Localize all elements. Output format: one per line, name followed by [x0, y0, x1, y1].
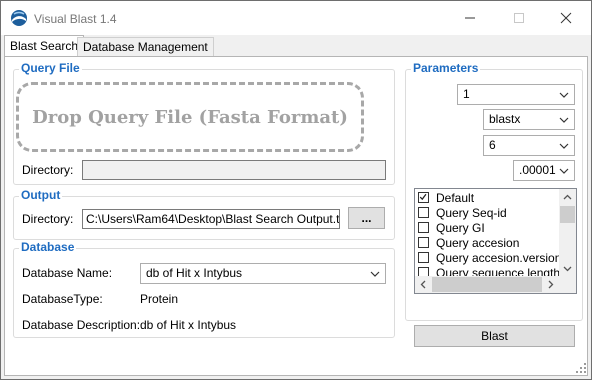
chevron-down-icon — [559, 92, 569, 98]
chevron-down-icon — [559, 117, 569, 123]
evalue-select[interactable]: .00001 — [513, 160, 575, 181]
chevron-down-icon[interactable] — [559, 260, 576, 277]
parameter-select-3[interactable]: 6 — [483, 135, 575, 156]
maximize-icon[interactable] — [509, 9, 529, 27]
output-title: Output — [19, 188, 63, 202]
app-logo-icon — [11, 10, 27, 26]
output-fields-list[interactable]: Default Query Seq-id Query GI Query acce… — [414, 188, 577, 294]
database-description-value: db of Hit x Intybus — [140, 318, 237, 332]
query-file-title: Query File — [19, 61, 82, 75]
horizontal-scrollbar[interactable] — [415, 276, 576, 293]
list-item-label: Query GI — [436, 221, 485, 235]
tab-blast-search[interactable]: Blast Search — [4, 35, 85, 56]
database-name-select[interactable]: db of Hit x Intybus — [140, 263, 386, 284]
checkbox[interactable] — [418, 237, 429, 248]
chevron-down-icon — [370, 271, 380, 277]
chevron-right-icon[interactable] — [542, 276, 559, 293]
vertical-scroll-thumb[interactable] — [560, 206, 575, 223]
chevron-down-icon — [559, 143, 569, 149]
checkbox-default[interactable] — [418, 192, 429, 203]
checkmark-icon — [419, 193, 427, 201]
database-title: Database — [19, 240, 77, 254]
query-file-drop-zone[interactable]: Drop Query File (Fasta Format) — [16, 82, 364, 152]
blast-button[interactable]: Blast — [414, 325, 575, 347]
parameter-select-1[interactable]: 1 — [457, 84, 575, 105]
chevron-down-icon — [559, 168, 569, 174]
output-group: Output Directory: C:\Users\Ram64\Desktop… — [13, 188, 395, 240]
browse-output-button[interactable]: ... — [348, 207, 385, 229]
checkbox[interactable] — [418, 207, 429, 218]
database-description-label: Database Description: — [22, 318, 141, 332]
list-item-label: Query accesion.version — [436, 251, 562, 265]
database-type-value: Protein — [140, 292, 179, 306]
list-item-label: Query accesion — [436, 236, 520, 250]
query-directory-label: Directory: — [22, 163, 74, 177]
chevron-up-icon[interactable] — [559, 189, 576, 206]
blast-search-panel: Query File Drop Query File (Fasta Format… — [4, 56, 588, 376]
minimize-icon[interactable] — [460, 9, 480, 27]
checkbox[interactable] — [418, 252, 429, 263]
checkbox[interactable] — [418, 222, 429, 233]
output-directory-label: Directory: — [22, 212, 74, 226]
list-item-label: Query Seq-id — [436, 206, 507, 220]
tab-database-management[interactable]: Database Management — [77, 37, 214, 56]
output-directory-field[interactable]: C:\Users\Ram64\Desktop\Blast Search Outp… — [82, 209, 340, 229]
database-name-label: Database Name: — [22, 266, 113, 280]
program-select[interactable]: blastx — [483, 109, 575, 130]
app-window: Visual Blast 1.4 Blast Search Database M… — [0, 0, 592, 380]
resize-grip-icon[interactable] — [575, 362, 587, 374]
title-bar[interactable]: Visual Blast 1.4 — [1, 1, 591, 35]
evalue-select-value: .00001 — [519, 163, 556, 177]
window-title: Visual Blast 1.4 — [34, 12, 117, 26]
close-icon[interactable] — [556, 9, 576, 27]
tab-strip: Blast Search Database Management — [1, 35, 591, 57]
parameter-select-3-value: 6 — [489, 138, 496, 152]
parameters-title: Parameters — [411, 61, 481, 75]
vertical-scrollbar[interactable] — [559, 189, 576, 277]
list-item-label: Default — [436, 191, 475, 205]
query-directory-field[interactable] — [82, 160, 386, 180]
database-group: Database Database Name: db of Hit x Inty… — [13, 240, 395, 338]
horizontal-scroll-thumb[interactable] — [432, 277, 542, 292]
program-select-value: blastx — [489, 112, 521, 126]
query-file-group: Query File Drop Query File (Fasta Format… — [13, 61, 395, 185]
parameter-select-1-value: 1 — [463, 87, 470, 101]
chevron-left-icon[interactable] — [415, 276, 432, 293]
database-name-value: db of Hit x Intybus — [146, 266, 243, 280]
database-type-label: DatabaseType: — [22, 292, 103, 306]
